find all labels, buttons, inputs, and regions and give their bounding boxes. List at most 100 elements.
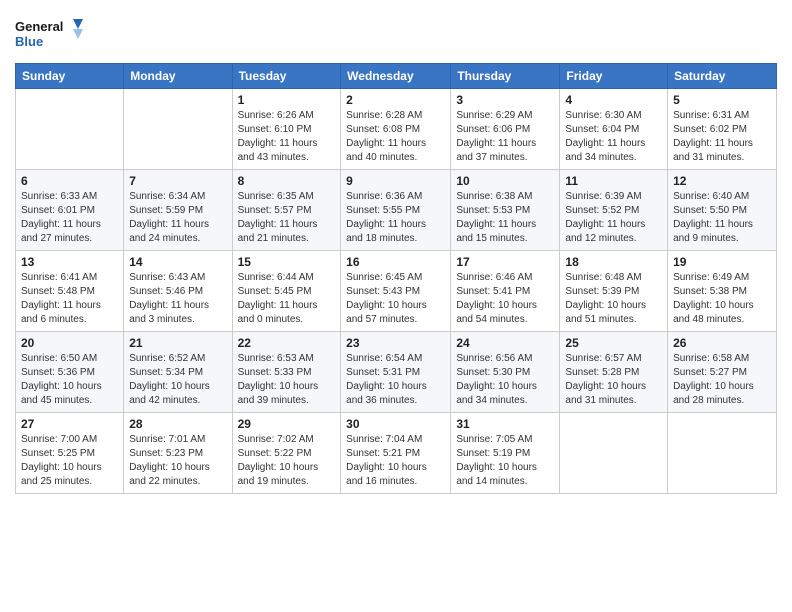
day-number: 31 [456, 417, 554, 431]
day-number: 24 [456, 336, 554, 350]
svg-text:Blue: Blue [15, 34, 43, 49]
calendar-cell: 9 Sunrise: 6:36 AM Sunset: 5:55 PM Daylig… [341, 170, 451, 251]
calendar-cell: 25 Sunrise: 6:57 AM Sunset: 5:28 PM Dayli… [560, 332, 668, 413]
day-number: 12 [673, 174, 771, 188]
calendar-cell: 23 Sunrise: 6:54 AM Sunset: 5:31 PM Dayli… [341, 332, 451, 413]
calendar-cell [560, 413, 668, 494]
day-info: Sunrise: 6:44 AM Sunset: 5:45 PM Dayligh… [238, 271, 336, 327]
weekday-header-saturday: Saturday [668, 64, 777, 89]
weekday-header-friday: Friday [560, 64, 668, 89]
day-info: Sunrise: 6:50 AM Sunset: 5:36 PM Dayligh… [21, 352, 118, 408]
calendar-cell: 22Sunrise: 6:53 AM Sunset: 5:33 PM Dayli… [232, 332, 341, 413]
calendar-cell: 14Sunrise: 6:43 AM Sunset: 5:46 PM Dayli… [124, 251, 232, 332]
day-number: 2 [346, 93, 445, 107]
day-info: Sunrise: 6:40 AM Sunset: 5:50 PM Dayligh… [673, 190, 771, 246]
day-info: Sunrise: 6:29 AM Sunset: 6:06 PM Dayligh… [456, 109, 554, 165]
calendar-cell: 29Sunrise: 7:02 AM Sunset: 5:22 PM Dayli… [232, 413, 341, 494]
day-number: 3 [456, 93, 554, 107]
calendar-cell: 11Sunrise: 6:39 AM Sunset: 5:52 PM Dayli… [560, 170, 668, 251]
day-number: 25 [565, 336, 662, 350]
calendar-cell: 4 Sunrise: 6:30 AM Sunset: 6:04 PM Daylig… [560, 89, 668, 170]
day-info: Sunrise: 6:26 AM Sunset: 6:10 PM Dayligh… [238, 109, 336, 165]
day-info: Sunrise: 6:52 AM Sunset: 5:34 PM Dayligh… [129, 352, 226, 408]
day-number: 1 [238, 93, 336, 107]
day-number: 17 [456, 255, 554, 269]
calendar-cell: 15 Sunrise: 6:44 AM Sunset: 5:45 PM Dayli… [232, 251, 341, 332]
day-info: Sunrise: 6:39 AM Sunset: 5:52 PM Dayligh… [565, 190, 662, 246]
day-info: Sunrise: 6:46 AM Sunset: 5:41 PM Dayligh… [456, 271, 554, 327]
day-number: 5 [673, 93, 771, 107]
day-number: 27 [21, 417, 118, 431]
weekday-header-monday: Monday [124, 64, 232, 89]
weekday-header-row: SundayMondayTuesdayWednesdayThursdayFrid… [16, 64, 777, 89]
day-info: Sunrise: 6:56 AM Sunset: 5:30 PM Dayligh… [456, 352, 554, 408]
calendar-cell: 2Sunrise: 6:28 AM Sunset: 6:08 PM Daylig… [341, 89, 451, 170]
calendar-week-1: 1 Sunrise: 6:26 AM Sunset: 6:10 PM Daylig… [16, 89, 777, 170]
calendar-cell: 5Sunrise: 6:31 AM Sunset: 6:02 PM Daylig… [668, 89, 777, 170]
day-info: Sunrise: 6:57 AM Sunset: 5:28 PM Dayligh… [565, 352, 662, 408]
calendar-cell: 21 Sunrise: 6:52 AM Sunset: 5:34 PM Dayli… [124, 332, 232, 413]
day-number: 23 [346, 336, 445, 350]
calendar-cell: 28 Sunrise: 7:01 AM Sunset: 5:23 PM Dayli… [124, 413, 232, 494]
calendar-cell: 31 Sunrise: 7:05 AM Sunset: 5:19 PM Dayli… [451, 413, 560, 494]
calendar-cell: 26Sunrise: 6:58 AM Sunset: 5:27 PM Dayli… [668, 332, 777, 413]
day-info: Sunrise: 6:38 AM Sunset: 5:53 PM Dayligh… [456, 190, 554, 246]
day-number: 22 [238, 336, 336, 350]
day-number: 20 [21, 336, 118, 350]
calendar-cell: 8 Sunrise: 6:35 AM Sunset: 5:57 PM Daylig… [232, 170, 341, 251]
day-info: Sunrise: 6:30 AM Sunset: 6:04 PM Dayligh… [565, 109, 662, 165]
day-info: Sunrise: 7:00 AM Sunset: 5:25 PM Dayligh… [21, 433, 118, 489]
calendar-cell: 12 Sunrise: 6:40 AM Sunset: 5:50 PM Dayli… [668, 170, 777, 251]
day-info: Sunrise: 7:01 AM Sunset: 5:23 PM Dayligh… [129, 433, 226, 489]
weekday-header-tuesday: Tuesday [232, 64, 341, 89]
calendar-cell: 24 Sunrise: 6:56 AM Sunset: 5:30 PM Dayli… [451, 332, 560, 413]
day-number: 8 [238, 174, 336, 188]
day-info: Sunrise: 7:02 AM Sunset: 5:22 PM Dayligh… [238, 433, 336, 489]
calendar-cell [124, 89, 232, 170]
calendar-cell: 13 Sunrise: 6:41 AM Sunset: 5:48 PM Dayli… [16, 251, 124, 332]
calendar-cell [668, 413, 777, 494]
calendar-cell: 1 Sunrise: 6:26 AM Sunset: 6:10 PM Daylig… [232, 89, 341, 170]
calendar-cell: 6 Sunrise: 6:33 AM Sunset: 6:01 PM Daylig… [16, 170, 124, 251]
calendar-table: SundayMondayTuesdayWednesdayThursdayFrid… [15, 63, 777, 494]
day-number: 14 [129, 255, 226, 269]
day-number: 21 [129, 336, 226, 350]
day-number: 9 [346, 174, 445, 188]
day-info: Sunrise: 6:33 AM Sunset: 6:01 PM Dayligh… [21, 190, 118, 246]
logo-svg: General Blue [15, 15, 85, 55]
logo: General Blue [15, 15, 85, 55]
day-number: 16 [346, 255, 445, 269]
day-number: 10 [456, 174, 554, 188]
day-number: 7 [129, 174, 226, 188]
calendar-cell: 3 Sunrise: 6:29 AM Sunset: 6:06 PM Daylig… [451, 89, 560, 170]
day-number: 13 [21, 255, 118, 269]
day-info: Sunrise: 6:49 AM Sunset: 5:38 PM Dayligh… [673, 271, 771, 327]
weekday-header-sunday: Sunday [16, 64, 124, 89]
day-number: 15 [238, 255, 336, 269]
weekday-header-thursday: Thursday [451, 64, 560, 89]
day-number: 18 [565, 255, 662, 269]
calendar-cell: 19Sunrise: 6:49 AM Sunset: 5:38 PM Dayli… [668, 251, 777, 332]
header: General Blue [15, 10, 777, 55]
day-info: Sunrise: 7:04 AM Sunset: 5:21 PM Dayligh… [346, 433, 445, 489]
weekday-header-wednesday: Wednesday [341, 64, 451, 89]
calendar-week-2: 6 Sunrise: 6:33 AM Sunset: 6:01 PM Daylig… [16, 170, 777, 251]
day-number: 26 [673, 336, 771, 350]
calendar-week-4: 20 Sunrise: 6:50 AM Sunset: 5:36 PM Dayli… [16, 332, 777, 413]
calendar-cell: 27 Sunrise: 7:00 AM Sunset: 5:25 PM Dayli… [16, 413, 124, 494]
day-info: Sunrise: 6:35 AM Sunset: 5:57 PM Dayligh… [238, 190, 336, 246]
day-info: Sunrise: 6:45 AM Sunset: 5:43 PM Dayligh… [346, 271, 445, 327]
day-info: Sunrise: 6:34 AM Sunset: 5:59 PM Dayligh… [129, 190, 226, 246]
calendar-cell: 7 Sunrise: 6:34 AM Sunset: 5:59 PM Daylig… [124, 170, 232, 251]
day-number: 6 [21, 174, 118, 188]
day-number: 28 [129, 417, 226, 431]
day-info: Sunrise: 7:05 AM Sunset: 5:19 PM Dayligh… [456, 433, 554, 489]
day-info: Sunrise: 6:54 AM Sunset: 5:31 PM Dayligh… [346, 352, 445, 408]
calendar-cell [16, 89, 124, 170]
calendar-cell: 20 Sunrise: 6:50 AM Sunset: 5:36 PM Dayli… [16, 332, 124, 413]
svg-text:General: General [15, 19, 63, 34]
day-info: Sunrise: 6:36 AM Sunset: 5:55 PM Dayligh… [346, 190, 445, 246]
day-info: Sunrise: 6:41 AM Sunset: 5:48 PM Dayligh… [21, 271, 118, 327]
calendar-week-5: 27 Sunrise: 7:00 AM Sunset: 5:25 PM Dayli… [16, 413, 777, 494]
day-number: 4 [565, 93, 662, 107]
